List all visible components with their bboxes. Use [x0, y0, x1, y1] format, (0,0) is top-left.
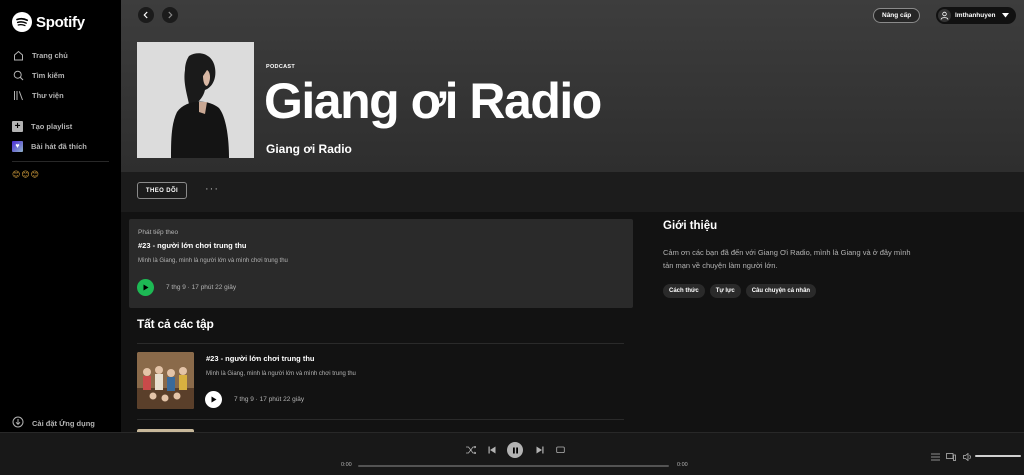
chevron-right-icon — [168, 11, 173, 19]
sidebar-playlist-item[interactable]: 😊😊😊 — [12, 170, 40, 179]
back-button[interactable] — [138, 7, 154, 23]
pause-button[interactable] — [507, 442, 523, 458]
nav-item-search[interactable]: Tìm kiếm — [12, 69, 65, 81]
more-options-icon[interactable]: ··· — [205, 183, 219, 195]
podcast-content: Phát tiếp theo #23 - người lớn chơi trun… — [121, 212, 1024, 432]
player-bar: 0:00 0:00 — [0, 432, 1024, 475]
category-tags: Cách thức Tự lực Câu chuyện cá nhân — [663, 284, 817, 298]
volume-icon[interactable] — [961, 450, 973, 464]
podcast-author[interactable]: Giang ơi Radio — [266, 142, 352, 156]
play-icon — [211, 396, 217, 403]
episode-divider — [137, 343, 624, 344]
heart-icon: ♥ — [12, 141, 23, 152]
duration-time: 0:00 — [677, 462, 688, 468]
plus-icon: + — [12, 121, 23, 132]
library-icon — [12, 89, 24, 101]
volume-slider[interactable] — [975, 455, 1021, 457]
nav-item-label: Tìm kiếm — [32, 70, 65, 80]
liked-songs-label: Bài hát đã thích — [31, 142, 87, 151]
podcast-cover-image — [137, 42, 254, 158]
play-episode-button[interactable] — [205, 391, 222, 408]
podcast-header: Nâng cấp lmthanhuyen PODCAST Giang ơi Ra… — [121, 0, 1024, 172]
category-tag[interactable]: Tự lực — [709, 284, 741, 298]
spotify-logo-icon — [12, 12, 32, 32]
next-icon[interactable] — [534, 443, 546, 457]
install-app-button[interactable]: Cài đặt Ứng dụng — [12, 416, 95, 430]
previous-icon[interactable] — [486, 443, 498, 457]
sidebar-divider — [12, 161, 109, 162]
search-icon — [12, 69, 24, 81]
episode-divider — [137, 419, 624, 420]
next-episode-title[interactable]: #23 - người lớn chơi trung thu — [138, 241, 247, 250]
category-tag[interactable]: Cách thức — [663, 284, 705, 298]
queue-icon[interactable] — [929, 450, 941, 464]
devices-icon[interactable] — [945, 450, 957, 464]
main-view: Nâng cấp lmthanhuyen PODCAST Giang ơi Ra… — [121, 0, 1024, 432]
spotify-logo-text: Spotify — [36, 13, 85, 31]
chevron-left-icon — [143, 11, 148, 19]
nav-item-home[interactable]: Trang chủ — [12, 49, 68, 61]
about-title: Giới thiệu — [663, 220, 718, 232]
episode-meta: 7 thg 9 · 17 phút 22 giây — [234, 396, 305, 403]
next-episode-card[interactable]: Phát tiếp theo #23 - người lớn chơi trun… — [129, 219, 633, 308]
download-icon — [12, 416, 24, 430]
username: lmthanhuyen — [955, 12, 996, 19]
next-episode-meta: 7 thg 9 · 17 phút 22 giây — [166, 284, 237, 291]
page-title: Giang ơi Radio — [264, 73, 602, 129]
episodes-section-title: Tất cả các tập — [137, 317, 214, 331]
next-episode-description: Mình là Giang, mình là người lớn và mình… — [138, 258, 288, 264]
home-icon — [12, 49, 24, 61]
elapsed-time: 0:00 — [341, 462, 352, 468]
forward-button[interactable] — [162, 7, 178, 23]
episode-description: Mình là Giang, mình là người lớn và mình… — [206, 371, 356, 377]
about-description: Cảm ơn các bạn đã đến với Giang Ơi Radio… — [663, 248, 911, 270]
pause-icon — [512, 447, 518, 453]
upgrade-button[interactable]: Nâng cấp — [873, 8, 921, 23]
follow-button[interactable]: THEO DÕI — [137, 182, 187, 199]
nav-item-library[interactable]: Thư viện — [12, 89, 64, 101]
sidebar: Spotify Trang chủ Tìm kiếm Thư viện + Tạ… — [0, 0, 121, 432]
repeat-icon[interactable] — [554, 443, 566, 457]
progress-bar[interactable] — [358, 465, 669, 467]
caret-down-icon — [1002, 13, 1010, 18]
next-episode-label: Phát tiếp theo — [138, 229, 179, 236]
play-icon — [143, 284, 149, 291]
nav-item-label: Trang chủ — [32, 50, 68, 60]
user-avatar-icon — [938, 9, 951, 22]
action-bar: THEO DÕI ··· — [121, 172, 1024, 212]
episode-title[interactable]: #23 - người lớn chơi trung thu — [206, 354, 315, 363]
shuffle-icon[interactable] — [465, 443, 477, 457]
create-playlist-button[interactable]: + Tạo playlist — [12, 121, 72, 132]
play-next-episode-button[interactable] — [137, 279, 154, 296]
create-playlist-label: Tạo playlist — [31, 122, 73, 131]
spotify-logo[interactable]: Spotify — [12, 12, 85, 32]
nav-item-label: Thư viện — [32, 90, 64, 100]
install-app-label: Cài đặt Ứng dụng — [32, 418, 95, 428]
category-tag[interactable]: Câu chuyện cá nhân — [745, 284, 817, 298]
liked-songs-button[interactable]: ♥ Bài hát đã thích — [12, 141, 87, 152]
user-menu-button[interactable]: lmthanhuyen — [936, 7, 1016, 24]
episode-thumbnail — [137, 352, 194, 409]
podcast-type-label: PODCAST — [266, 64, 295, 70]
